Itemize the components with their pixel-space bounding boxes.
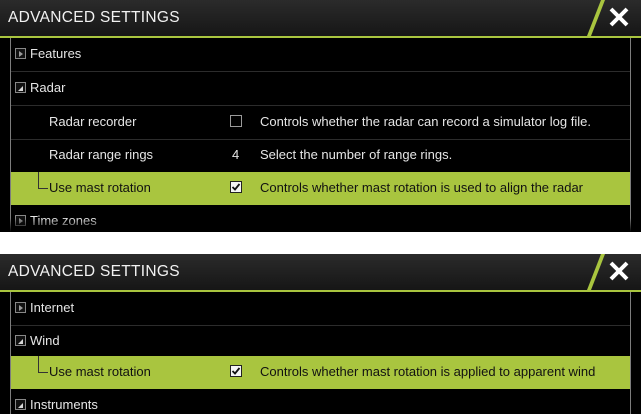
- menu-item-label: Features: [30, 46, 82, 61]
- setting-radar-recorder[interactable]: Radar recorder Controls whether the rada…: [11, 106, 630, 140]
- setting-label: Use mast rotation: [49, 180, 151, 195]
- menu-item-features[interactable]: Features: [11, 38, 630, 72]
- page-title: ADVANCED SETTINGS: [8, 9, 180, 26]
- radar-recorder-checkbox[interactable]: [230, 115, 242, 127]
- setting-label: Use mast rotation: [49, 364, 151, 379]
- menu-item-label: Wind: [30, 333, 60, 348]
- setting-label: Radar recorder: [49, 114, 137, 129]
- menu-item-label: Instruments: [30, 397, 98, 412]
- setting-radar-range-rings[interactable]: Radar range rings 4 Select the number of…: [11, 139, 630, 173]
- setting-description: Select the number of range rings.: [260, 147, 453, 162]
- close-icon[interactable]: [581, 0, 641, 36]
- checkmark-icon: [231, 367, 241, 375]
- menu-item-instruments[interactable]: Instruments: [11, 389, 630, 414]
- menu-item-label: Internet: [30, 300, 75, 315]
- advanced-settings-panel-wind: ADVANCED SETTINGS Internet Wind Use mast…: [0, 254, 641, 414]
- expand-arrow-icon[interactable]: [15, 302, 26, 313]
- setting-description: Controls whether mast rotation is used t…: [260, 180, 584, 195]
- setting-label: Radar range rings: [49, 147, 154, 162]
- scroll-fade: [0, 218, 641, 232]
- use-mast-rotation-checkbox[interactable]: [230, 181, 242, 193]
- checkmark-icon: [231, 183, 241, 191]
- title-bar: ADVANCED SETTINGS: [0, 254, 641, 292]
- tree-connector-line: [38, 356, 48, 373]
- collapse-arrow-icon[interactable]: [15, 82, 26, 93]
- use-mast-rotation-checkbox[interactable]: [230, 365, 242, 377]
- advanced-settings-panel-radar: ADVANCED SETTINGS Features Radar Radar r…: [0, 0, 641, 232]
- setting-description: Controls whether the radar can record a …: [260, 114, 591, 129]
- setting-description: Controls whether mast rotation is applie…: [260, 364, 596, 379]
- menu-item-internet[interactable]: Internet: [11, 292, 630, 326]
- setting-use-mast-rotation-wind[interactable]: Use mast rotation Controls whether mast …: [11, 356, 630, 389]
- menu-item-label: Radar: [30, 80, 66, 95]
- collapse-arrow-icon[interactable]: [15, 399, 26, 410]
- collapse-arrow-icon[interactable]: [15, 335, 26, 346]
- setting-use-mast-rotation[interactable]: Use mast rotation Controls whether mast …: [11, 172, 630, 205]
- page-title: ADVANCED SETTINGS: [8, 263, 180, 280]
- menu-item-wind[interactable]: Wind: [11, 325, 630, 359]
- menu-item-radar[interactable]: Radar: [11, 72, 630, 106]
- title-bar: ADVANCED SETTINGS: [0, 0, 641, 38]
- close-icon[interactable]: [581, 254, 641, 290]
- range-rings-value[interactable]: 4: [232, 147, 239, 162]
- tree-connector-line: [38, 172, 48, 189]
- expand-arrow-icon[interactable]: [15, 48, 26, 59]
